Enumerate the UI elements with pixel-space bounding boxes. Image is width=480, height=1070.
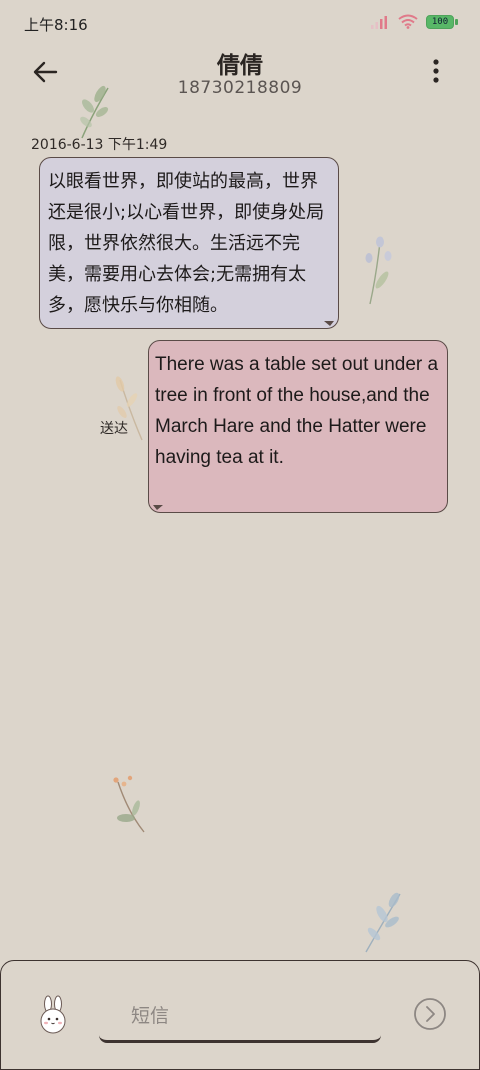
message-composer: [0, 960, 480, 1070]
incoming-message-text: 以眼看世界，即使站的最高，世界还是很小;以心看世界，即使身处局限，世界依然很大。…: [48, 171, 325, 316]
contact-name: 倩倩: [217, 53, 263, 79]
rabbit-avatar-icon: [40, 995, 66, 1034]
leaf-sprig-decoration: [80, 85, 109, 139]
wifi-icon: [398, 14, 418, 29]
delivery-status: 送达: [100, 421, 128, 437]
berry-sprig-decoration: [113, 775, 145, 833]
bubble-tail-icon: [324, 321, 334, 326]
battery-icon: 100: [426, 14, 458, 29]
sms-input[interactable]: [99, 991, 381, 1043]
send-arrow-icon: [414, 998, 446, 1030]
outgoing-message-bubble[interactable]: There was a table set out under a tree i…: [148, 340, 448, 513]
flower-sprig-decoration: [365, 236, 392, 305]
sim-avatar-button[interactable]: [37, 995, 69, 1035]
blue-leaf-decoration: [365, 892, 401, 953]
incoming-message-bubble[interactable]: 以眼看世界，即使站的最高，世界还是很小;以心看世界，即使身处局限，世界依然很大。…: [39, 157, 339, 329]
status-icons: 100: [370, 14, 458, 29]
signal-icon: [371, 15, 387, 29]
more-vertical-icon: [433, 59, 439, 83]
back-button[interactable]: [28, 54, 68, 94]
more-options-button[interactable]: [418, 54, 454, 94]
message-timestamp: 2016-6-13 下午1:49: [31, 137, 168, 153]
status-bar: 上午8:16 100: [0, 0, 480, 46]
outgoing-message-text: There was a table set out under a tree i…: [155, 354, 439, 468]
back-arrow-icon: [33, 61, 58, 83]
send-button[interactable]: [413, 997, 447, 1031]
status-time: 上午8:16: [24, 16, 88, 34]
battery-level: 100: [431, 16, 449, 27]
bubble-tail-icon: [153, 505, 163, 510]
